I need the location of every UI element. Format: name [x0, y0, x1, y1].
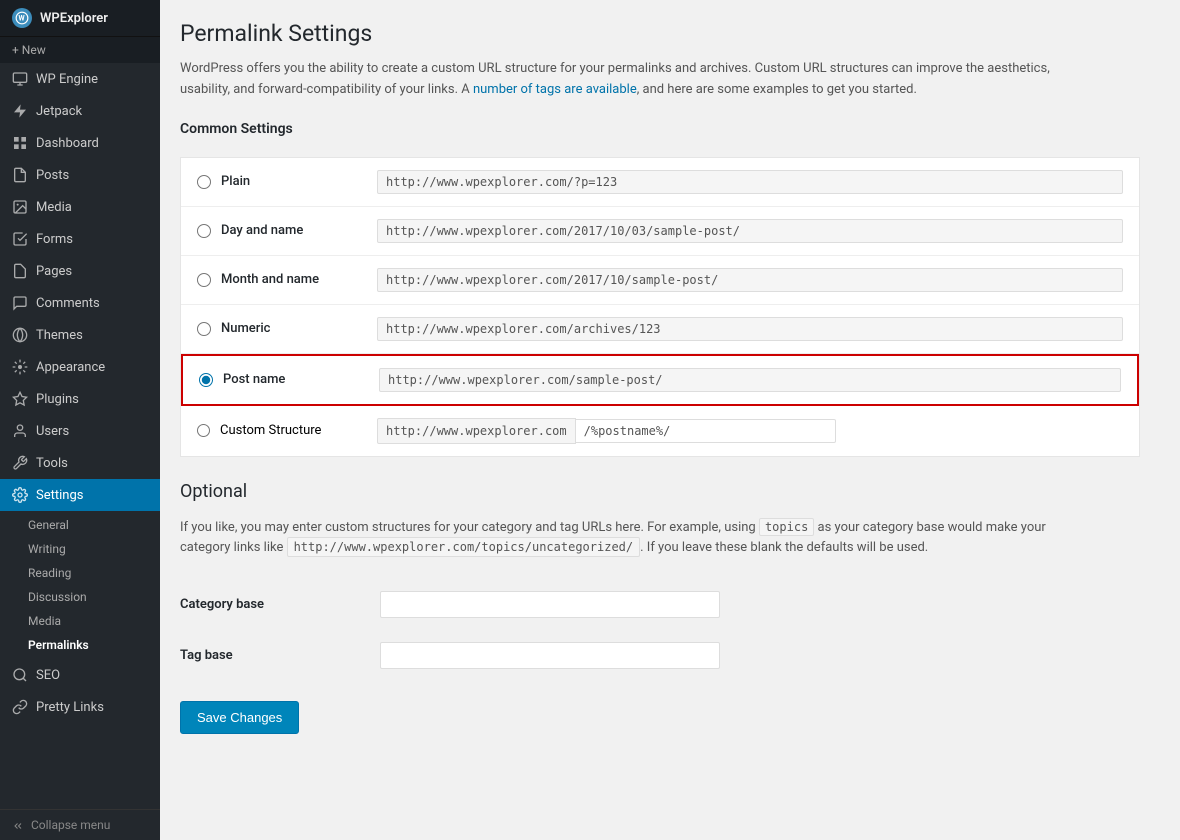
collapse-menu[interactable]: Collapse menu: [0, 809, 160, 840]
sidebar-item-plugins[interactable]: Plugins: [0, 383, 160, 415]
permalink-row-plain: Plain http://www.wpexplorer.com/?p=123: [181, 158, 1139, 207]
page-description: WordPress offers you the ability to crea…: [180, 59, 1080, 101]
sidebar-item-posts[interactable]: Posts: [0, 159, 160, 191]
top-bar: + New: [0, 37, 160, 63]
label-custom: Custom Structure: [220, 423, 321, 438]
label-numeric: Numeric: [221, 321, 270, 336]
svg-text:W: W: [19, 14, 26, 22]
url-plain: http://www.wpexplorer.com/?p=123: [377, 170, 1123, 194]
sidebar-item-tools[interactable]: Tools: [0, 447, 160, 479]
sidebar-item-comments[interactable]: Comments: [0, 287, 160, 319]
custom-structure-inputs: http://www.wpexplorer.com: [377, 418, 1123, 444]
permalink-row-numeric: Numeric http://www.wpexplorer.com/archiv…: [181, 305, 1139, 354]
subnav-media[interactable]: Media: [0, 609, 160, 633]
new-button[interactable]: + New: [12, 43, 46, 57]
sidebar-item-pretty-links[interactable]: Pretty Links: [0, 691, 160, 723]
label-plain: Plain: [221, 174, 250, 189]
url-post-name: http://www.wpexplorer.com/sample-post/: [379, 368, 1121, 392]
url-month-name: http://www.wpexplorer.com/2017/10/sample…: [377, 268, 1123, 292]
category-base-row: Category base: [180, 579, 1040, 630]
tag-base-label: Tag base: [180, 648, 233, 663]
radio-plain[interactable]: [197, 175, 211, 189]
subnav-writing[interactable]: Writing: [0, 537, 160, 561]
sidebar-item-jetpack[interactable]: Jetpack: [0, 95, 160, 127]
category-base-label: Category base: [180, 597, 264, 612]
permalink-row-custom: Custom Structure http://www.wpexplorer.c…: [181, 406, 1139, 456]
custom-url-base: http://www.wpexplorer.com: [377, 418, 576, 444]
optional-description: If you like, you may enter custom struct…: [180, 518, 1080, 560]
sidebar-item-media[interactable]: Media: [0, 191, 160, 223]
radio-custom[interactable]: [197, 424, 210, 437]
subnav-discussion[interactable]: Discussion: [0, 585, 160, 609]
sidebar-item-pages[interactable]: Pages: [0, 255, 160, 287]
url-numeric: http://www.wpexplorer.com/archives/123: [377, 317, 1123, 341]
main-content: Permalink Settings WordPress offers you …: [160, 0, 1180, 840]
tag-base-row: Tag base: [180, 630, 1040, 681]
subnav-permalinks[interactable]: Permalinks: [0, 633, 160, 657]
radio-post-name[interactable]: [199, 373, 213, 387]
sidebar-item-users[interactable]: Users: [0, 415, 160, 447]
optional-url: http://www.wpexplorer.com/topics/uncateg…: [287, 537, 641, 557]
sidebar-item-wp-engine[interactable]: WP Engine: [0, 63, 160, 95]
url-day-name: http://www.wpexplorer.com/2017/10/03/sam…: [377, 219, 1123, 243]
label-day-name: Day and name: [221, 223, 303, 238]
sidebar-item-seo[interactable]: SEO: [0, 659, 160, 691]
optional-title: Optional: [180, 481, 1160, 508]
site-name: WPExplorer: [40, 11, 108, 26]
sidebar: W WPExplorer + New WP Engine Jetpack Das…: [0, 0, 160, 840]
radio-numeric[interactable]: [197, 322, 211, 336]
label-post-name: Post name: [223, 372, 285, 387]
sidebar-nav: WP Engine Jetpack Dashboard Posts Media …: [0, 63, 160, 809]
label-month-name: Month and name: [221, 272, 319, 287]
category-base-input[interactable]: [380, 591, 720, 618]
page-title: Permalink Settings: [180, 20, 1160, 47]
sidebar-header: W WPExplorer: [0, 0, 160, 37]
radio-month-name[interactable]: [197, 273, 211, 287]
permalink-row-month-name: Month and name http://www.wpexplorer.com…: [181, 256, 1139, 305]
tag-base-input[interactable]: [380, 642, 720, 669]
optional-form-table: Category base Tag base: [180, 579, 1040, 681]
permalink-options-container: Plain http://www.wpexplorer.com/?p=123 D…: [180, 157, 1140, 457]
optional-code: topics: [759, 518, 814, 536]
sidebar-item-appearance[interactable]: Appearance: [0, 351, 160, 383]
subnav-reading[interactable]: Reading: [0, 561, 160, 585]
save-changes-button[interactable]: Save Changes: [180, 701, 299, 734]
permalink-row-post-name: Post name http://www.wpexplorer.com/samp…: [181, 354, 1139, 406]
custom-url-input[interactable]: [576, 419, 836, 443]
sidebar-item-forms[interactable]: Forms: [0, 223, 160, 255]
tags-link[interactable]: number of tags are available: [473, 82, 637, 97]
radio-day-name[interactable]: [197, 224, 211, 238]
sidebar-item-themes[interactable]: Themes: [0, 319, 160, 351]
wp-logo: W: [12, 8, 32, 28]
settings-sub-nav: General Writing Reading Discussion Media…: [0, 511, 160, 659]
optional-section: Optional If you like, you may enter cust…: [180, 481, 1160, 735]
sidebar-item-dashboard[interactable]: Dashboard: [0, 127, 160, 159]
common-settings-title: Common Settings: [180, 121, 1160, 143]
sidebar-item-settings[interactable]: Settings: [0, 479, 160, 511]
permalink-row-day-name: Day and name http://www.wpexplorer.com/2…: [181, 207, 1139, 256]
subnav-general[interactable]: General: [0, 513, 160, 537]
